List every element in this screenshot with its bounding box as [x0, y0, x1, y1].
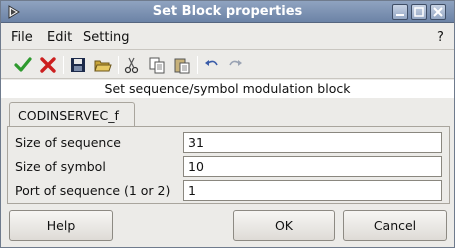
size-of-sequence-input[interactable] — [183, 132, 442, 153]
size-of-sequence-label: Size of sequence — [15, 135, 121, 150]
cancel-icon — [40, 57, 56, 73]
tab-codinservec[interactable]: CODINSERVEC_f — [9, 102, 135, 127]
maximize-icon — [414, 7, 424, 17]
toolbar — [1, 51, 454, 79]
port-of-sequence-label: Port of sequence (1 or 2) — [15, 183, 171, 198]
port-of-sequence-input[interactable] — [183, 180, 442, 201]
close-button[interactable] — [430, 4, 446, 20]
toolbar-separator — [197, 56, 198, 74]
dialog-heading: Set sequence/symbol modulation block — [1, 80, 454, 98]
save-icon — [71, 58, 85, 72]
toolbar-separator — [118, 56, 119, 74]
menu-edit[interactable]: Edit — [47, 30, 72, 45]
window-title: Set Block properties — [152, 4, 303, 19]
maximize-button[interactable] — [411, 4, 427, 20]
open-folder-icon — [94, 60, 112, 72]
close-icon — [433, 7, 443, 17]
cut-icon — [124, 57, 139, 74]
minimize-icon — [396, 14, 404, 16]
menu-bar: File Edit Setting ? — [1, 24, 454, 50]
paste-toolbar-button[interactable] — [172, 55, 192, 75]
open-toolbar-button[interactable] — [93, 55, 113, 75]
title-bar[interactable]: Set Block properties — [1, 1, 454, 23]
size-of-symbol-label: Size of symbol — [15, 159, 106, 174]
dialog-window: Set Block properties File Edit Setting ? — [0, 0, 455, 248]
minimize-button[interactable] — [392, 4, 408, 20]
help-button[interactable]: Help — [9, 210, 113, 241]
cancel-button[interactable]: Cancel — [343, 210, 447, 241]
size-of-symbol-input[interactable] — [183, 156, 442, 177]
ok-toolbar-button[interactable] — [13, 55, 33, 75]
menu-settings[interactable]: Setting — [83, 30, 130, 45]
undo-toolbar-button[interactable] — [202, 55, 222, 75]
paste-icon — [174, 58, 190, 74]
copy-icon — [149, 57, 165, 74]
redo-icon — [229, 60, 242, 66]
undo-icon — [205, 60, 218, 66]
tab-label: CODINSERVEC_f — [18, 108, 119, 123]
check-icon — [14, 57, 32, 72]
toolbar-separator — [63, 56, 64, 74]
menu-file[interactable]: File — [11, 30, 33, 45]
menu-help[interactable]: ? — [437, 30, 444, 45]
cut-toolbar-button[interactable] — [122, 55, 142, 75]
copy-toolbar-button[interactable] — [147, 55, 167, 75]
save-toolbar-button[interactable] — [68, 55, 88, 75]
ok-button[interactable]: OK — [233, 210, 335, 241]
cancel-toolbar-button[interactable] — [38, 55, 58, 75]
redo-toolbar-button[interactable] — [225, 55, 245, 75]
